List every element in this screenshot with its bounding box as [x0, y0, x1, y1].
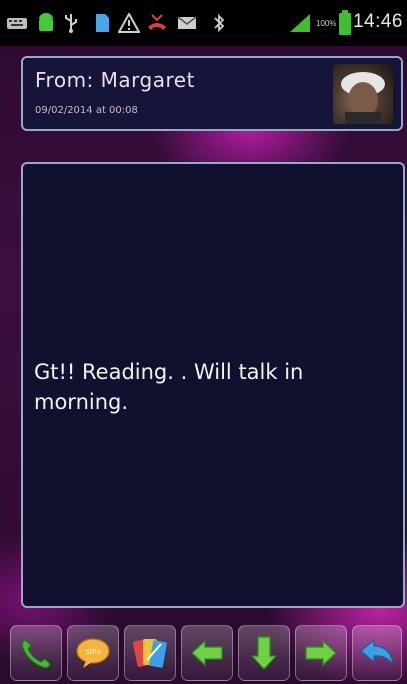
next-button[interactable]: [295, 625, 347, 681]
clock: 14:46: [352, 11, 403, 32]
message-body: Gt!! Reading. . Will talk in morning.: [21, 162, 405, 608]
email-icon: [177, 16, 197, 29]
svg-text:sms: sms: [85, 647, 101, 656]
bluetooth-icon: [214, 13, 225, 33]
phone-icon: [21, 639, 51, 669]
bottom-toolbar: sms: [0, 622, 407, 684]
message-date: 09/02/2014 at 00:08: [35, 105, 138, 116]
reply-button[interactable]: [352, 625, 402, 681]
warning-icon: [118, 13, 140, 33]
missed-call-icon: [148, 14, 166, 30]
android-icon: [39, 13, 53, 31]
contacts-button[interactable]: [124, 625, 176, 681]
previous-button[interactable]: [181, 625, 233, 681]
battery-icon: [339, 10, 351, 35]
sender-label: From: Margaret: [35, 68, 195, 92]
battery-percent: 100%: [316, 19, 337, 28]
contacts-icon: [132, 639, 167, 668]
usb-icon: [65, 14, 77, 33]
keyboard-icon: [7, 18, 27, 29]
avatar[interactable]: [333, 64, 393, 124]
contact-photo: [341, 72, 385, 124]
arrow-down-icon: [250, 636, 278, 670]
message-header: From: Margaret 09/02/2014 at 00:08: [21, 56, 403, 131]
message-text: Gt!! Reading. . Will talk in morning.: [34, 360, 304, 414]
reply-icon: [360, 638, 394, 665]
signal-icon: [290, 14, 310, 32]
sms-button[interactable]: sms: [67, 625, 119, 681]
status-bar: 100% 14:46: [0, 0, 407, 46]
sms-bubble-icon: sms: [76, 638, 110, 668]
call-button[interactable]: [10, 625, 62, 681]
download-button[interactable]: [238, 625, 290, 681]
arrow-left-icon: [191, 639, 223, 667]
arrow-right-icon: [305, 639, 337, 667]
sd-card-icon: [96, 14, 109, 32]
